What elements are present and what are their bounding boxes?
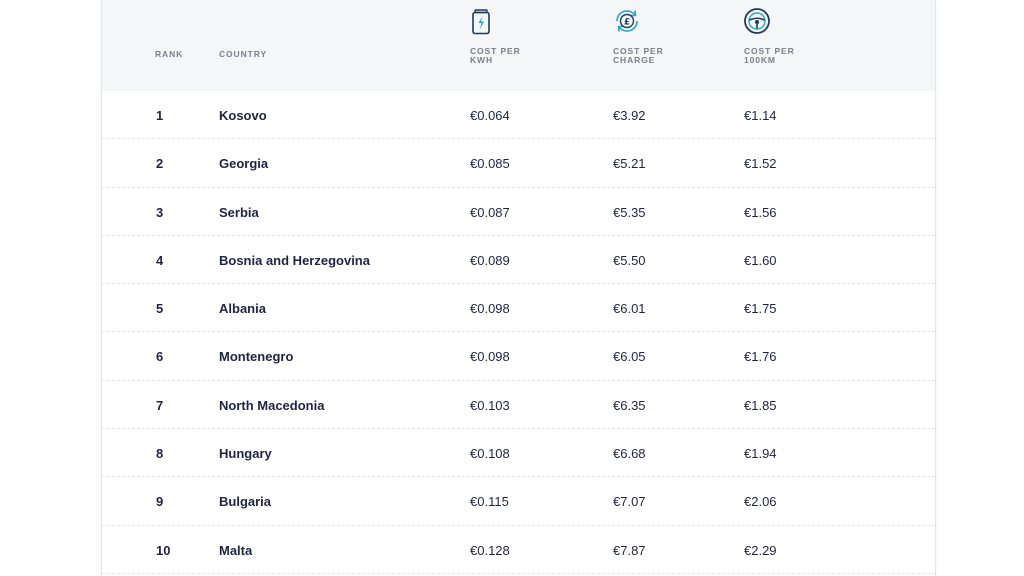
cell-rank: 1 [156, 108, 164, 123]
cell-country: Malta [219, 542, 253, 558]
pound-refresh-icon: £ [612, 6, 642, 36]
cell-cost-per-kwh: €0.064 [470, 108, 510, 123]
cell-cost-per-100km: €1.56 [744, 204, 777, 220]
cell-cost-per-100km: €1.75 [744, 301, 777, 317]
cell-cost-per-100km: €1.60 [744, 252, 777, 268]
cell-cost-per-kwh: €0.089 [470, 252, 510, 268]
cell-rank: 2 [156, 156, 164, 172]
cell-cost-per-100km: €2.29 [744, 542, 777, 558]
table-row: 3 Serbia €0.087 €5.35 €1.56 [102, 188, 935, 236]
header-cost-per-kwh: COST PER KWH [470, 46, 521, 65]
cell-country: North Macedonia [219, 397, 325, 413]
cell-country: Kosovo [219, 108, 267, 123]
table-row: 4 Bosnia and Herzegovina €0.089 €5.50 €1… [102, 236, 935, 285]
table-row: 1 Kosovo €0.064 €3.92 €1.14 [102, 91, 935, 140]
cell-country: Georgia [219, 156, 269, 172]
cell-rank: 5 [156, 301, 164, 317]
battery-charging-icon [466, 6, 496, 36]
cell-rank: 4 [156, 252, 164, 268]
table-body: 1 Kosovo €0.064 €3.92 €1.14 2 Georgia €0… [102, 91, 935, 574]
header-rank: RANK [155, 49, 184, 59]
ranking-table-card: RANK COUNTRY COST PER KWH £ COST PER CHA… [101, 0, 936, 576]
cell-cost-per-kwh: €0.115 [470, 494, 509, 510]
cell-cost-per-kwh: €0.128 [470, 542, 510, 558]
header-country: COUNTRY [219, 49, 268, 59]
cell-country: Bulgaria [219, 494, 272, 510]
cell-rank: 3 [156, 204, 164, 220]
svg-text:£: £ [624, 18, 630, 28]
cell-country: Montenegro [219, 349, 294, 365]
cell-cost-per-charge: €6.05 [613, 349, 646, 365]
cell-cost-per-kwh: €0.087 [470, 204, 510, 220]
cell-cost-per-100km: €1.94 [744, 446, 777, 462]
cell-cost-per-kwh: €0.103 [470, 397, 510, 413]
cell-cost-per-kwh: €0.108 [470, 446, 510, 462]
cell-cost-per-charge: €3.92 [613, 108, 646, 123]
table-row: 6 Montenegro €0.098 €6.05 €1.76 [102, 332, 935, 381]
header-cost-per-100km: COST PER 100KM [744, 46, 795, 65]
table-row: 7 North Macedonia €0.103 €6.35 €1.85 [102, 381, 935, 430]
cell-cost-per-kwh: €0.085 [470, 156, 510, 172]
cell-cost-per-kwh: €0.098 [470, 301, 510, 317]
cell-cost-per-charge: €6.68 [613, 446, 646, 462]
cell-country: Bosnia and Herzegovina [219, 252, 370, 268]
cell-cost-per-charge: €5.50 [613, 252, 646, 268]
cell-cost-per-charge: €5.21 [613, 156, 646, 172]
table-row: 10 Malta €0.128 €7.87 €2.29 [102, 526, 935, 574]
header-cost-per-charge: COST PER CHARGE [613, 46, 664, 65]
table-row: 9 Bulgaria €0.115 €7.07 €2.06 [102, 477, 935, 526]
cell-rank: 9 [156, 494, 164, 510]
cell-rank: 8 [156, 446, 164, 462]
table-header: RANK COUNTRY COST PER KWH £ COST PER CHA… [102, 0, 935, 91]
table-row: 2 Georgia €0.085 €5.21 €1.52 [102, 139, 935, 188]
cell-cost-per-charge: €6.35 [613, 397, 646, 413]
cell-cost-per-100km: €1.76 [744, 349, 777, 365]
cell-country: Hungary [219, 446, 272, 462]
cell-country: Albania [219, 301, 266, 317]
table-row: 5 Albania €0.098 €6.01 €1.75 [102, 284, 935, 333]
cell-cost-per-charge: €7.07 [613, 494, 646, 510]
cell-cost-per-kwh: €0.098 [470, 349, 510, 365]
cell-country: Serbia [219, 204, 259, 220]
cell-cost-per-100km: €1.14 [744, 108, 777, 123]
cell-cost-per-charge: €6.01 [613, 301, 646, 317]
cell-rank: 7 [156, 397, 164, 413]
cell-cost-per-100km: €1.52 [744, 156, 777, 172]
cell-rank: 10 [156, 542, 171, 558]
table-row: 8 Hungary €0.108 €6.68 €1.94 [102, 429, 935, 478]
steering-wheel-icon [742, 6, 772, 36]
cell-cost-per-charge: €7.87 [613, 542, 646, 558]
cell-cost-per-charge: €5.35 [613, 204, 646, 220]
cell-rank: 6 [156, 349, 164, 365]
cell-cost-per-100km: €2.06 [744, 494, 777, 510]
cell-cost-per-100km: €1.85 [744, 397, 777, 413]
